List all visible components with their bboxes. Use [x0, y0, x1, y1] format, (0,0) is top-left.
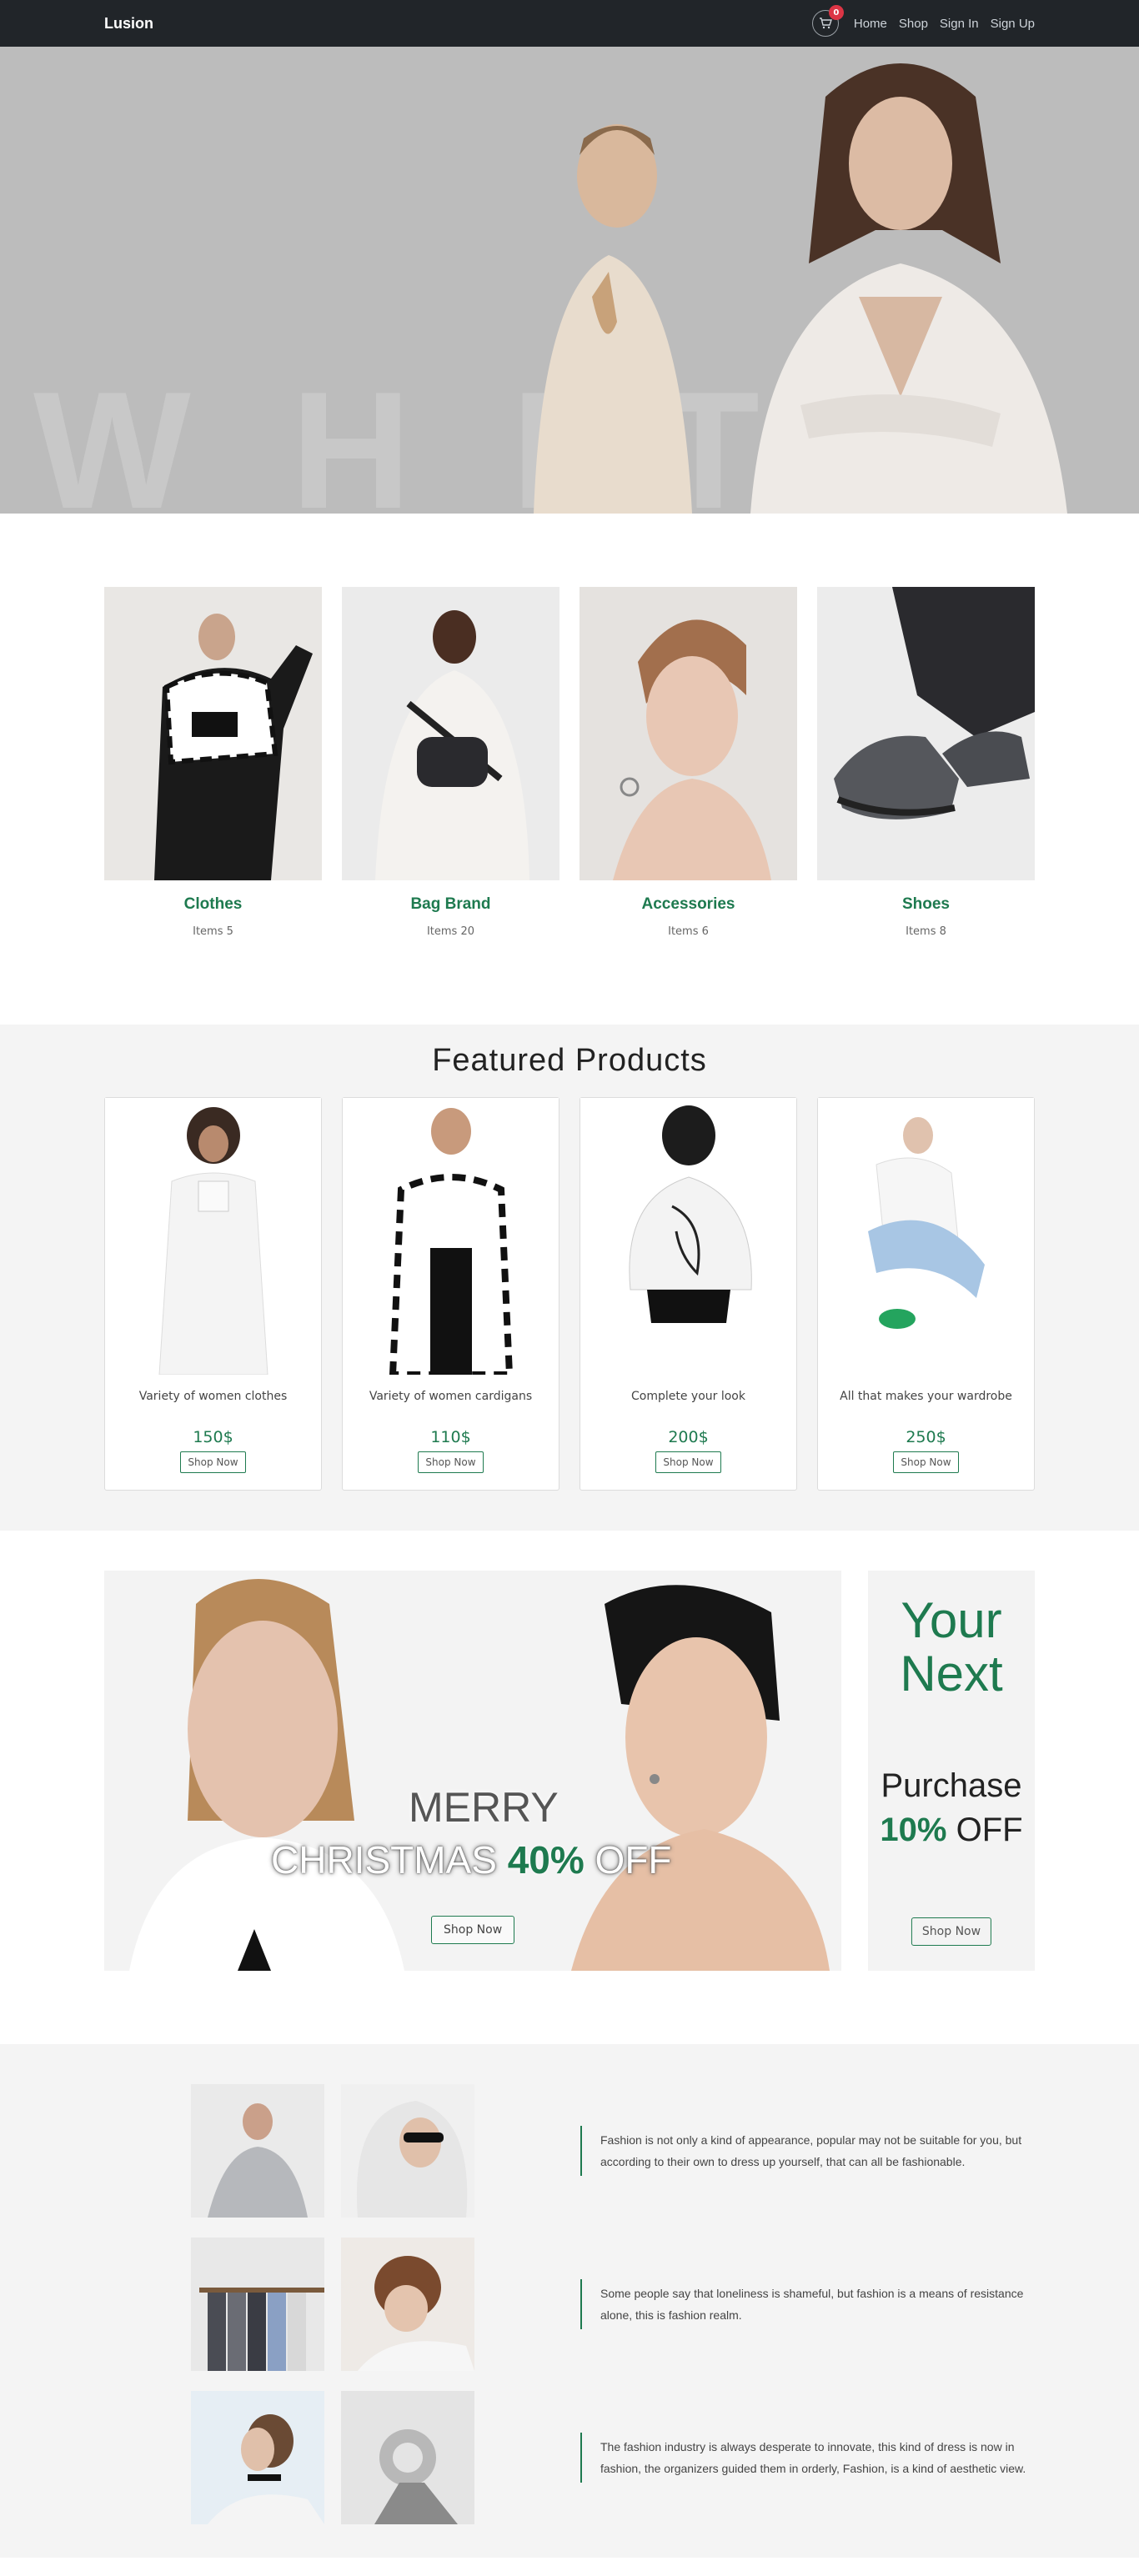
promo-your-next: Your Next [868, 1594, 1035, 1701]
product-price: 200$ [668, 1428, 709, 1446]
shop-now-button[interactable]: Shop Now [655, 1451, 721, 1473]
category-image [580, 587, 797, 880]
story-images [191, 2238, 474, 2371]
promo-section: MERRY CHRISTMAS 40% OFF Shop Now Your Ne… [0, 1531, 1139, 2044]
hero-model-left-image [534, 124, 692, 514]
category-image [342, 587, 559, 880]
promo-off-text: OFF [595, 1838, 672, 1882]
category-card-clothes[interactable]: Clothes Items 5 [104, 587, 322, 938]
product-price: 150$ [193, 1428, 233, 1446]
hero-banner: WHITE [0, 47, 1139, 514]
category-count: Items 6 [668, 925, 709, 938]
category-title: Clothes [183, 895, 243, 913]
promo-next-text: Next [900, 1646, 1003, 1701]
promo-headline-merry: MERRY [409, 1784, 559, 1831]
promo-models-image [104, 1571, 841, 1971]
category-title: Shoes [901, 895, 951, 913]
story-row: Fashion is not only a kind of appearance… [104, 2084, 1035, 2218]
story-text: The fashion industry is always desperate… [580, 2433, 1031, 2483]
story-text: Some people say that loneliness is shame… [580, 2279, 1031, 2329]
promo-shop-now-button[interactable]: Shop Now [431, 1916, 515, 1944]
product-description: All that makes your wardrobe [840, 1390, 1012, 1403]
christmas-promo-banner[interactable]: MERRY CHRISTMAS 40% OFF Shop Now [104, 1571, 841, 1971]
fashion-stories-section: Fashion is not only a kind of appearance… [0, 2044, 1139, 2558]
product-description: Complete your look [631, 1390, 745, 1403]
promo-headline-discount: CHRISTMAS 40% OFF [271, 1837, 672, 1882]
cart-button[interactable]: 0 [811, 5, 844, 37]
product-image [580, 1098, 796, 1375]
product-card[interactable]: All that makes your wardrobe 250$ Shop N… [817, 1097, 1035, 1491]
product-card[interactable]: Complete your look 200$ Shop Now [580, 1097, 797, 1491]
nav-link-home[interactable]: Home [854, 17, 887, 31]
story-image [341, 2391, 474, 2524]
nav-link-sign-in[interactable]: Sign In [940, 17, 979, 31]
product-card[interactable]: Variety of women cardigans 110$ Shop Now [342, 1097, 559, 1491]
product-description: Variety of women cardigans [369, 1390, 533, 1403]
story-row: The fashion industry is always desperate… [104, 2391, 1035, 2524]
promo-off-line: 10% OFF [868, 1812, 1035, 1849]
story-text: Fashion is not only a kind of appearance… [580, 2126, 1031, 2176]
section-title: Featured Products [432, 1043, 707, 1078]
shop-now-button[interactable]: Shop Now [893, 1451, 959, 1473]
promo-percent: 40% [507, 1838, 585, 1882]
cart-count-badge: 0 [828, 5, 844, 20]
brand-logo[interactable]: Lusion [104, 15, 153, 33]
nav-links: 0 Home Shop Sign In Sign Up [811, 5, 1035, 37]
story-image [341, 2238, 474, 2371]
promo-side-percent: 10% [880, 1812, 947, 1848]
category-count: Items 5 [193, 925, 233, 938]
promo-christmas-text: CHRISTMAS [271, 1838, 497, 1882]
categories-section: Clothes Items 5 Bag Brand Items 20 Acces… [0, 514, 1139, 1025]
product-description: Variety of women clothes [138, 1390, 288, 1403]
category-card-shoes[interactable]: Shoes Items 8 [817, 587, 1035, 938]
story-images [191, 2391, 474, 2524]
category-title: Bag Brand [410, 895, 491, 913]
story-image [191, 2084, 324, 2218]
category-image [817, 587, 1035, 880]
promo-side-off: OFF [956, 1812, 1023, 1848]
product-image [105, 1098, 321, 1376]
cart-icon [819, 18, 832, 29]
shop-now-button[interactable]: Shop Now [418, 1451, 484, 1473]
story-image [341, 2084, 474, 2218]
product-price: 110$ [430, 1428, 471, 1446]
navbar: Lusion 0 Home Shop Sign In Sign Up [0, 0, 1139, 47]
promo-your-text: Your [901, 1592, 1002, 1648]
nav-link-shop[interactable]: Shop [899, 17, 928, 31]
story-image [191, 2238, 324, 2371]
product-price: 250$ [906, 1428, 946, 1446]
shop-now-button[interactable]: Shop Now [180, 1451, 246, 1473]
nav-link-sign-up[interactable]: Sign Up [991, 17, 1035, 31]
featured-products-section: Featured Products Variety of women cloth… [0, 1025, 1139, 1531]
story-image [191, 2391, 324, 2524]
category-count: Items 8 [906, 925, 946, 938]
next-purchase-promo: Your Next Purchase 10% OFF Shop Now [868, 1571, 1035, 1971]
story-images [191, 2084, 474, 2218]
promo-side-shop-now-button[interactable]: Shop Now [911, 1917, 992, 1946]
promo-purchase-text: Purchase [881, 1767, 1022, 1804]
story-row: Some people say that loneliness is shame… [104, 2238, 1035, 2371]
product-image [343, 1098, 559, 1378]
category-image [104, 587, 322, 880]
category-count: Items 20 [426, 925, 475, 938]
category-card-bag-brand[interactable]: Bag Brand Items 20 [342, 587, 559, 938]
product-image [818, 1098, 1034, 1375]
product-card[interactable]: Variety of women clothes 150$ Shop Now [104, 1097, 322, 1491]
hero-model-right-image [750, 63, 1067, 514]
category-card-accessories[interactable]: Accessories Items 6 [580, 587, 797, 938]
category-title: Accessories [641, 895, 735, 913]
